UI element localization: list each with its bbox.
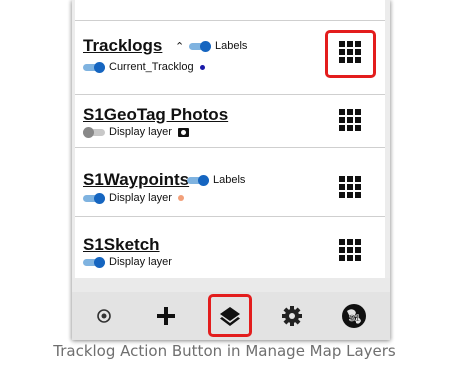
layer-row-sketch[interactable]: S1Sketch Display layer (75, 217, 385, 278)
map-status-strip (72, 278, 390, 292)
target-icon[interactable] (80, 292, 128, 340)
labels-toggle-row[interactable]: Labels (187, 174, 245, 186)
plus-icon[interactable] (142, 292, 190, 340)
layer-title[interactable]: S1Waypoints (83, 170, 189, 190)
display-toggle[interactable] (83, 257, 105, 268)
labels-text: Labels (215, 40, 248, 52)
display-toggle[interactable] (83, 127, 105, 138)
layer-list: Tracklogs ⌃ Labels Current_Tracklog S1Ge… (75, 0, 385, 278)
app-screen: Tracklogs ⌃ Labels Current_Tracklog S1Ge… (72, 0, 390, 340)
layer-title[interactable]: Tracklogs (83, 36, 162, 56)
display-toggle[interactable] (83, 62, 105, 73)
action-grid-icon[interactable] (339, 176, 362, 199)
labels-toggle[interactable] (187, 175, 209, 186)
layer-row-geotag-photos[interactable]: S1GeoTag Photos Display layer (75, 95, 385, 147)
layer-title[interactable]: S1Sketch (83, 235, 160, 255)
labels-text: Labels (213, 174, 246, 186)
action-grid-icon[interactable] (339, 239, 362, 262)
bottom-nav: S1 (72, 292, 390, 340)
display-toggle[interactable] (83, 193, 105, 204)
collapse-caret-icon[interactable]: ⌃ (175, 40, 184, 53)
highlight-box (208, 294, 252, 337)
camera-icon (177, 127, 189, 137)
layer-sub-row[interactable]: Current_Tracklog (83, 61, 205, 73)
sub-label: Display layer (109, 256, 172, 268)
highlight-box (325, 30, 376, 78)
action-grid-icon[interactable] (339, 109, 362, 132)
dot-orange-icon (177, 195, 184, 201)
labels-toggle-row[interactable]: Labels (189, 40, 247, 52)
svg-text:S1: S1 (349, 313, 360, 323)
figure-caption: Tracklog Action Button in Manage Map Lay… (53, 342, 396, 360)
labels-toggle[interactable] (189, 41, 211, 52)
gear-icon[interactable] (268, 292, 316, 340)
layer-sub-row[interactable]: Display layer (83, 126, 189, 138)
layer-row-tracklogs[interactable]: Tracklogs ⌃ Labels Current_Tracklog (75, 21, 385, 94)
layer-row-waypoints[interactable]: S1Waypoints Labels Display layer (75, 148, 385, 216)
dot-blue-icon (199, 64, 205, 70)
sub-label: Display layer (109, 126, 172, 138)
sub-label: Current_Tracklog (109, 61, 194, 73)
sub-label: Display layer (109, 192, 172, 204)
s1-globe-icon[interactable]: S1 (330, 292, 378, 340)
layer-title[interactable]: S1GeoTag Photos (83, 105, 228, 125)
layer-sub-row[interactable]: Display layer (83, 256, 172, 268)
layer-sub-row[interactable]: Display layer (83, 192, 184, 204)
